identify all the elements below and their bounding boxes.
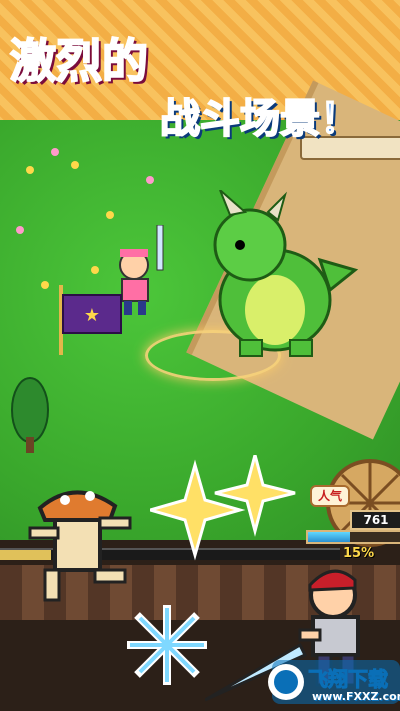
popularity-value: 761: [350, 510, 400, 530]
popularity-label: 人气: [310, 485, 350, 507]
watermark-url: www.FXXZ.com: [312, 690, 400, 703]
mushroom-sprite[interactable]: [25, 478, 145, 608]
dragon-sprite[interactable]: [190, 190, 360, 360]
popularity-bar: [306, 530, 400, 544]
popularity-fill: [308, 532, 351, 542]
flag-sprite: ★: [59, 285, 122, 355]
tree-sprite: [11, 377, 49, 453]
sparkle-icon: [150, 455, 296, 561]
headline-line1: 激烈的: [9, 33, 149, 89]
svg-text:★: ★: [84, 305, 100, 326]
snowflake-icon: [127, 605, 207, 685]
watermark-brand: 飞翔下载: [308, 667, 389, 692]
